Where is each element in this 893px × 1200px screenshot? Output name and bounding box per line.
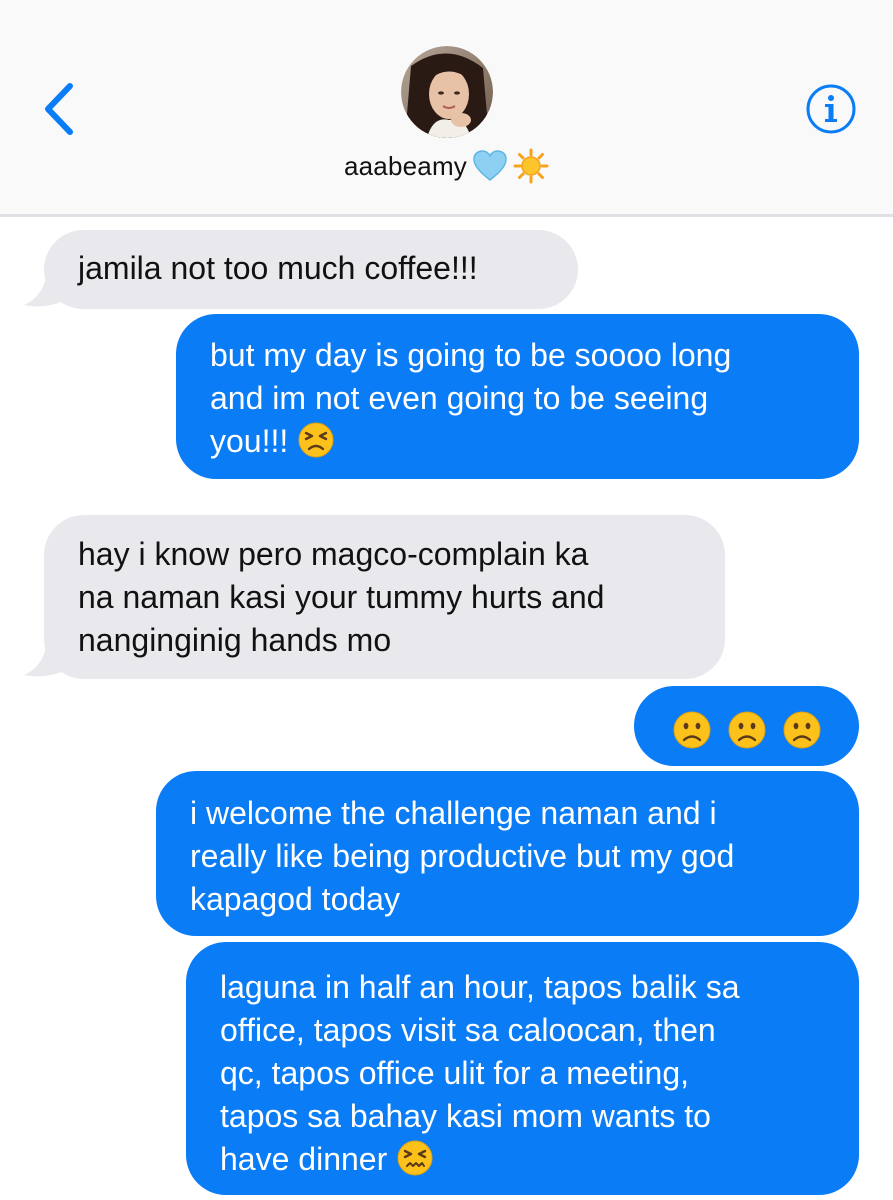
- info-icon: [806, 84, 856, 134]
- contact-name-row[interactable]: aaabeamy: [0, 146, 893, 186]
- message-line: i welcome the challenge naman and i: [190, 795, 717, 831]
- conversation-header: aaabeamy: [0, 0, 893, 214]
- incoming-message[interactable]: hay i know pero magco-complain ka na nam…: [44, 515, 725, 679]
- confounded-face-icon: [397, 1140, 433, 1176]
- message-line: na naman kasi your tummy hurts and: [78, 579, 605, 615]
- message-line: jamila not too much coffee!!!: [78, 250, 478, 286]
- message-line: you!!!: [210, 420, 825, 463]
- avatar[interactable]: [401, 46, 493, 138]
- outgoing-message[interactable]: but my day is going to be soooo long and…: [176, 314, 859, 479]
- light-blue-heart-icon: [473, 150, 507, 181]
- message-line: and im not even going to be seeing: [210, 380, 709, 416]
- message-line: really like being productive but my god: [190, 838, 735, 874]
- message-line: have dinner: [220, 1138, 825, 1181]
- sun-icon: [513, 148, 549, 184]
- outgoing-message[interactable]: i welcome the challenge naman and i real…: [156, 771, 859, 936]
- contact-name: aaabeamy: [343, 150, 468, 181]
- outgoing-message[interactable]: [634, 686, 859, 766]
- back-button[interactable]: [36, 78, 86, 140]
- confounded-face-icon: [298, 422, 334, 458]
- message-line: hay i know pero magco-complain ka: [78, 536, 589, 572]
- message-line: qc, tapos office ulit for a meeting,: [220, 1055, 689, 1091]
- frowning-face-icon: [783, 711, 821, 749]
- message-thread[interactable]: jamila not too much coffee!!! but my day…: [0, 217, 893, 1200]
- incoming-message[interactable]: jamila not too much coffee!!!: [44, 230, 578, 309]
- message-line: laguna in half an hour, tapos balik sa: [220, 969, 740, 1005]
- message-line: office, tapos visit sa caloocan, then: [220, 1012, 716, 1048]
- info-button[interactable]: [805, 83, 857, 135]
- message-line: but my day is going to be soooo long: [210, 337, 732, 373]
- outgoing-message[interactable]: laguna in half an hour, tapos balik sa o…: [186, 942, 859, 1195]
- contact-photo: [401, 46, 493, 138]
- message-line: tapos sa bahay kasi mom wants to: [220, 1098, 711, 1134]
- frowning-face-icon: [673, 711, 711, 749]
- chevron-left-icon: [45, 83, 73, 135]
- message-line: kapagod today: [190, 881, 400, 917]
- message-line: nanginginig hands mo: [78, 622, 392, 658]
- frowning-face-icon: [728, 711, 766, 749]
